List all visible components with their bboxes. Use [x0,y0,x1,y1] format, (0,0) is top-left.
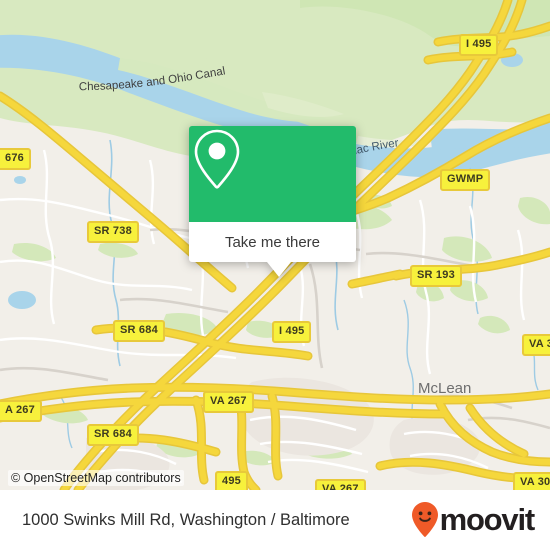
road-shield-va267-west[interactable]: A 267 [0,400,42,422]
moovit-pin-icon [411,502,438,538]
road-shield-sr738[interactable]: SR 738 [87,221,139,243]
road-shield-495-bottom[interactable]: 495 [215,471,248,490]
osm-attribution[interactable]: © OpenStreetMap contributors [8,470,184,486]
road-shield-i495-north[interactable]: I 495 [459,34,499,56]
map-canvas[interactable]: Chesapeake and Ohio Canal mac River McLe… [0,0,550,490]
moovit-map-page: Chesapeake and Ohio Canal mac River McLe… [0,0,550,550]
road-shield-sr193[interactable]: SR 193 [410,265,462,287]
take-me-there-button[interactable]: Take me there [189,222,356,262]
moovit-wordmark: moovit [439,502,536,537]
footer-bar: 1000 Swinks Mill Rd, Washington / Baltim… [0,490,550,550]
road-shield-sr684-north[interactable]: SR 684 [113,320,165,342]
road-shield-gwmp[interactable]: GWMP [440,169,491,191]
map-pin-icon [194,129,240,189]
road-shield-va3-east[interactable]: VA 3 [522,334,550,356]
pond-west [8,291,36,309]
pond-nw [14,176,26,184]
road-shield-va309[interactable]: VA 309 [513,472,550,490]
location-callout-card: Take me there [189,126,356,277]
road-shield-sr684-south[interactable]: SR 684 [87,424,139,446]
road-shield-va267-center[interactable]: VA 267 [203,391,254,413]
road-shield-va267-south[interactable]: VA 267 [315,479,366,490]
road-shield-i495-center[interactable]: I 495 [272,321,312,343]
callout-pointer [267,262,291,277]
moovit-logo[interactable]: moovit [411,501,536,539]
place-label-mclean: McLean [418,380,472,397]
callout-pin-panel [189,126,356,222]
address-label: 1000 Swinks Mill Rd, Washington / Baltim… [22,510,350,529]
road-shield-676[interactable]: 676 [0,148,31,170]
